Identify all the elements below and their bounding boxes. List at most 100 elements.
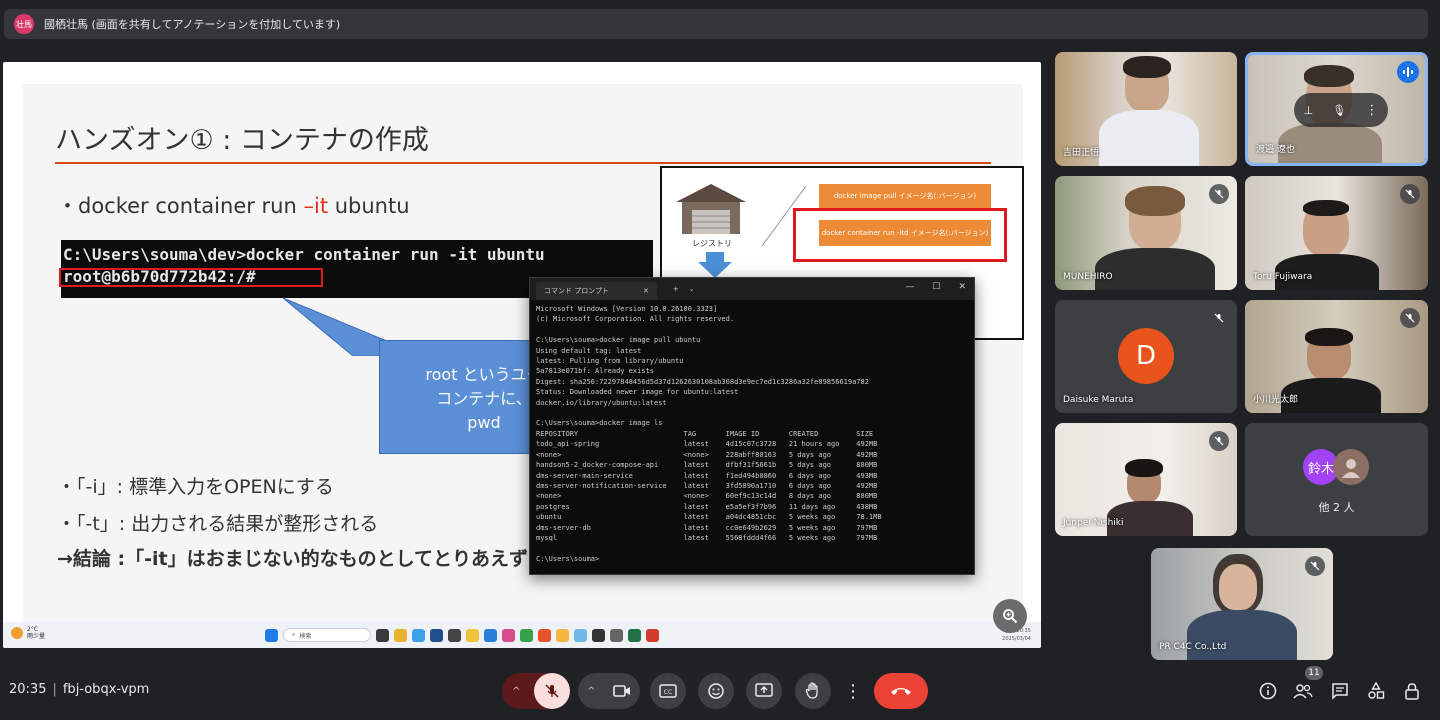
command-prompt-window[interactable]: コマンド プロンプト ✕ + ⌄ — ☐ ✕ Microsoft Windows… xyxy=(529,277,975,575)
muted-mic-icon xyxy=(1400,184,1420,204)
mute-participant-icon[interactable]: 🎙 xyxy=(1332,104,1346,117)
participant-count-badge: 11 xyxy=(1305,666,1323,680)
microphone-control: ^ xyxy=(502,673,570,709)
person-hair xyxy=(1304,65,1354,87)
camera-toggle-button[interactable] xyxy=(604,673,640,709)
audio-options-chevron-icon[interactable]: ^ xyxy=(512,686,520,697)
weather-icon xyxy=(11,627,23,639)
terminal-icon[interactable] xyxy=(592,628,605,642)
camera-icon xyxy=(613,685,630,697)
participant-tile-speaking[interactable]: ⊥ 🎙 ⋮ 渡邉 遼也 xyxy=(1245,52,1428,166)
meeting-details-info-icon[interactable] xyxy=(1258,681,1278,701)
meeting-time: 20:35 xyxy=(9,682,47,697)
app-icon-2[interactable] xyxy=(556,628,569,642)
presentation-banner-text: 國栖壮馬 (画面を共有してアノテーションを付加しています) xyxy=(44,18,341,31)
activities-icon[interactable] xyxy=(1366,681,1386,701)
slide-title: ハンズオン① : コンテナの作成 xyxy=(55,125,429,156)
participant-tile-self[interactable]: PR C4C Co.,Ltd xyxy=(1151,548,1333,660)
person-hair xyxy=(1123,56,1171,78)
slide-command-flag: –it xyxy=(303,194,329,218)
emoji-icon xyxy=(708,683,724,699)
person-face xyxy=(1219,564,1257,610)
raise-hand-button[interactable] xyxy=(795,673,831,709)
muted-mic-icon xyxy=(1305,556,1325,576)
participant-name: Junpei Nishiki xyxy=(1063,518,1124,528)
more-options-icon[interactable]: ⋮ xyxy=(1365,103,1378,118)
people-icon[interactable] xyxy=(1293,681,1313,701)
hang-up-icon xyxy=(891,688,911,695)
meet-window: 壮馬 國栖壮馬 (画面を共有してアノテーションを付加しています) ハンズオン① … xyxy=(0,0,1440,720)
registry-label: レジストリ xyxy=(692,239,732,248)
tab-dropdown-icon[interactable]: ⌄ xyxy=(689,285,695,293)
leave-call-button[interactable] xyxy=(874,673,928,709)
taskbar-date: 2025/03/04 xyxy=(1002,636,1031,642)
weather-temp: 2°C xyxy=(27,626,39,633)
tab-close-icon[interactable]: ✕ xyxy=(643,287,649,295)
captions-button[interactable]: CC xyxy=(650,673,686,709)
command-prompt-tab[interactable]: コマンド プロンプト ✕ xyxy=(536,282,657,300)
minimize-icon[interactable]: — xyxy=(905,282,914,292)
svg-text:CC: CC xyxy=(664,689,672,696)
participant-tile[interactable]: Junpei Nishiki xyxy=(1055,423,1237,536)
taskbar-search[interactable]: ⌕ 検索 xyxy=(283,628,371,642)
participant-tile[interactable]: Toru Fujiwara xyxy=(1245,176,1428,290)
participant-name: Daisuke Maruta xyxy=(1063,395,1134,405)
folder-icon[interactable] xyxy=(466,628,479,642)
maximize-icon[interactable]: ☐ xyxy=(932,282,940,292)
weather-desc: 雨少量 xyxy=(27,633,46,640)
chat-icon[interactable] xyxy=(1330,681,1350,701)
command-prompt-tab-title: コマンド プロンプト xyxy=(544,287,610,295)
participant-tile[interactable]: D Daisuke Maruta xyxy=(1055,300,1237,413)
emoji-reactions-button[interactable] xyxy=(698,673,734,709)
participant-tile[interactable]: 吉田正悟 xyxy=(1055,52,1237,166)
muted-mic-icon xyxy=(1209,184,1229,204)
microphone-toggle-button[interactable] xyxy=(534,673,570,709)
speaking-indicator-icon xyxy=(1397,61,1419,83)
store-icon[interactable] xyxy=(430,628,443,642)
chrome-icon[interactable] xyxy=(520,628,533,642)
terminal-snapshot-line-1: C:\Users\souma\dev>docker container run … xyxy=(63,245,545,264)
shared-screen: ハンズオン① : コンテナの作成 ・docker container run –… xyxy=(3,62,1041,648)
muted-mic-icon xyxy=(1400,308,1420,328)
more-options-button[interactable]: ⋮ xyxy=(841,673,865,709)
weather-widget[interactable]: 2°C 雨少量 xyxy=(11,626,45,640)
bullet-conclusion: →結論 :「-it」はおまじない的なものとしてとりあえずつ xyxy=(57,548,548,570)
file-explorer-icon[interactable] xyxy=(394,628,407,642)
command-prompt-output[interactable]: Microsoft Windows [Version 10.0.26100.33… xyxy=(530,300,974,568)
app-icon-3[interactable] xyxy=(574,628,587,642)
hand-icon xyxy=(805,682,818,699)
present-screen-button[interactable] xyxy=(746,673,782,709)
others-label: 他 2 人 xyxy=(1318,501,1355,514)
zoom-icon[interactable] xyxy=(993,599,1027,633)
postman-icon[interactable] xyxy=(538,628,551,642)
excel-icon[interactable] xyxy=(628,628,641,642)
search-icon: ⌕ xyxy=(292,631,296,638)
participant-name: Toru Fujiwara xyxy=(1253,272,1313,282)
settings-icon[interactable] xyxy=(610,628,623,642)
app-icon[interactable] xyxy=(502,628,515,642)
video-options-chevron-icon[interactable]: ^ xyxy=(587,686,595,697)
presentation-banner: 壮馬 國栖壮馬 (画面を共有してアノテーションを付加しています) xyxy=(4,9,1428,39)
participant-name: 吉田正悟 xyxy=(1063,148,1100,158)
slide-command-suffix: ubuntu xyxy=(328,194,410,218)
meeting-code: fbj-obqx-vpm xyxy=(62,682,150,697)
participant-tile[interactable]: MUNEHIRO xyxy=(1055,176,1237,290)
image-pull-box: docker image pull イメージ名(:バージョン) xyxy=(819,184,991,208)
slide-command-prefix: ・docker container run xyxy=(57,194,304,218)
new-tab-icon[interactable]: + xyxy=(673,285,679,293)
others-tile[interactable]: 鈴木 他 2 人 xyxy=(1245,423,1428,536)
participant-tile[interactable]: 小川光太郎 xyxy=(1245,300,1428,413)
person-torso xyxy=(1099,110,1199,166)
vscode-icon[interactable] xyxy=(484,628,497,642)
pin-icon[interactable]: ⊥ xyxy=(1304,104,1314,117)
app-icon-4[interactable] xyxy=(646,628,659,642)
prompt-highlight-box xyxy=(59,268,323,287)
host-controls-lock-icon[interactable] xyxy=(1402,681,1422,701)
present-screen-icon xyxy=(755,683,773,697)
close-icon[interactable]: ✕ xyxy=(958,282,966,292)
start-icon[interactable] xyxy=(265,628,278,642)
docker-icon[interactable] xyxy=(448,628,461,642)
command-prompt-titlebar[interactable]: コマンド プロンプト ✕ + ⌄ — ☐ ✕ xyxy=(530,278,974,300)
task-view-icon[interactable] xyxy=(376,628,389,642)
edge-icon[interactable] xyxy=(412,628,425,642)
